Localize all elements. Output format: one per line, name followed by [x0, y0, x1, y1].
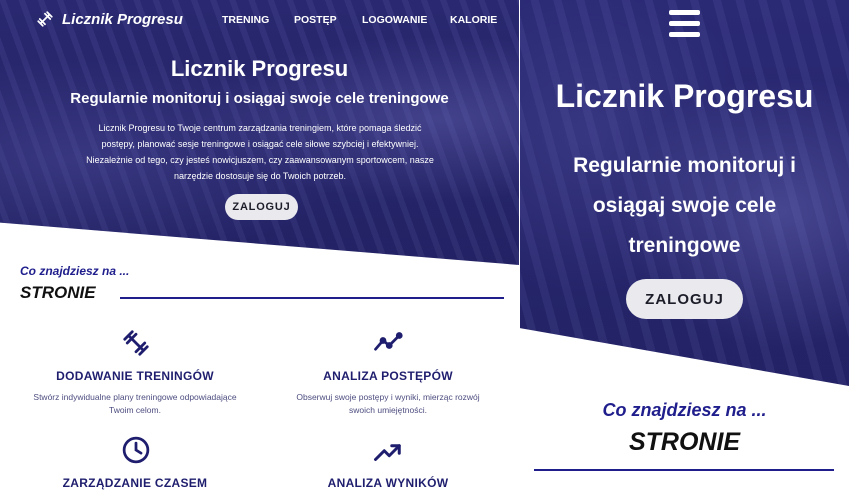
- mobile-subtitle-line: Regularnie monitoruj i: [573, 154, 796, 177]
- mobile-view: Licznik Progresu Regularnie monitoruj i …: [520, 0, 849, 492]
- feature-desc-line: Twoim celom.: [109, 405, 161, 415]
- feature-title-progress-analysis: ANALIZA POSTĘPÓW: [323, 369, 453, 383]
- feature-title-time-management: ZARZĄDZANIE CZASEM: [62, 476, 208, 490]
- login-button[interactable]: ZALOGUJ: [225, 194, 298, 220]
- feature-desc-line: Obserwuj swoje postępy i wyniki, mierząc…: [296, 392, 480, 402]
- brand-name: Licznik Progresu: [62, 10, 183, 28]
- screenshot-stage: Licznik Progresu TRENING POSTĘP LOGOWANI…: [0, 0, 849, 492]
- hamburger-menu-icon[interactable]: [669, 10, 700, 37]
- nav-link-trening[interactable]: TRENING: [222, 14, 269, 26]
- hamburger-bar: [669, 32, 700, 37]
- mobile-subtitle-line: treningowe: [628, 234, 741, 257]
- feature-title-results-analysis: ANALIZA WYNIKÓW: [327, 476, 449, 490]
- mobile-hero-subtitle: Regularnie monitoruj i osiągaj swoje cel…: [550, 146, 819, 266]
- trending-up-icon: [374, 444, 401, 461]
- dumbbell-icon: [37, 11, 53, 27]
- section-divider: [120, 297, 504, 299]
- section-intro: Co znajdziesz na ...: [20, 264, 130, 278]
- dumbbell-icon: [123, 330, 149, 356]
- hero-description: Licznik Progresu to Twoje centrum zarząd…: [80, 120, 440, 184]
- hamburger-bar: [669, 10, 700, 15]
- line-chart-icon: [374, 332, 403, 351]
- section-heading: STRONIE: [20, 283, 96, 302]
- nav-link-logowanie[interactable]: LOGOWANIE: [362, 14, 427, 26]
- hero-subtitle: Regularnie monitoruj i osiągaj swoje cel…: [70, 90, 449, 107]
- feature-desc-adding-workouts: Stwórz indywidualne plany treningowe odp…: [15, 391, 255, 417]
- hero-title: Licznik Progresu: [170, 56, 349, 81]
- hero-description-line: postępy, planować sesje treningowe i osi…: [101, 139, 419, 149]
- hero-description-line: Licznik Progresu to Twoje centrum zarząd…: [98, 123, 422, 133]
- mobile-section-divider: [534, 469, 834, 471]
- mobile-hero-title: Licznik Progresu: [555, 78, 814, 114]
- clock-icon: [122, 436, 150, 464]
- desktop-view: Licznik Progresu TRENING POSTĘP LOGOWANI…: [0, 0, 519, 492]
- mobile-subtitle-line: osiągaj swoje cele: [592, 194, 777, 217]
- feature-desc-line: Stwórz indywidualne plany treningowe odp…: [33, 392, 237, 402]
- brand-logo[interactable]: Licznik Progresu: [34, 10, 183, 28]
- mobile-section-heading: STRONIE: [628, 428, 741, 456]
- hero-description-line: narzędzie dostosuje się do Twoich potrze…: [174, 171, 346, 181]
- mobile-login-button[interactable]: ZALOGUJ: [626, 279, 743, 319]
- feature-title-adding-workouts: DODAWANIE TRENINGÓW: [56, 369, 214, 383]
- mobile-section-intro: Co znajdziesz na ...: [602, 400, 767, 420]
- hero-description-line: Niezależnie od tego, czy jesteś nowicjus…: [86, 155, 434, 165]
- nav-link-kalorie[interactable]: KALORIE: [450, 14, 497, 26]
- top-navigation: Licznik Progresu TRENING POSTĘP LOGOWANI…: [0, 0, 519, 40]
- nav-link-postep[interactable]: POSTĘP: [294, 14, 337, 26]
- feature-desc-progress-analysis: Obserwuj swoje postępy i wyniki, mierząc…: [268, 391, 508, 417]
- feature-desc-line: swoich umiejętności.: [349, 405, 427, 415]
- hamburger-bar: [669, 21, 700, 26]
